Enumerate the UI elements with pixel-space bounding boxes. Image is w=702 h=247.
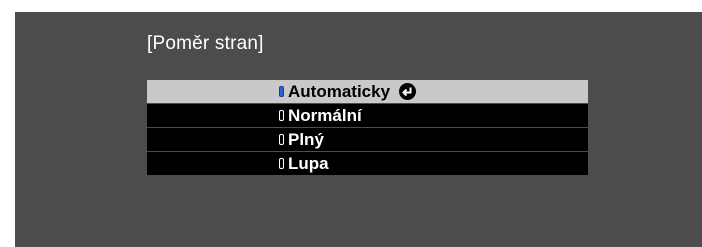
- menu-item-label: Plný: [288, 130, 324, 149]
- enter-icon: [399, 83, 417, 100]
- radio-unselected-icon: [279, 158, 284, 169]
- menu-item-automaticky[interactable]: Automaticky: [147, 80, 588, 103]
- menu-item-label: Lupa: [288, 154, 329, 173]
- radio-selected-icon: [279, 86, 284, 97]
- menu-item-normalni[interactable]: Normální: [147, 104, 588, 127]
- radio-unselected-icon: [279, 110, 284, 121]
- radio-unselected-icon: [279, 134, 284, 145]
- menu-item-label: Normální: [288, 106, 362, 125]
- menu-item-lupa[interactable]: Lupa: [147, 152, 588, 175]
- dialog-title: [Poměr stran]: [147, 33, 264, 54]
- menu-item-plny[interactable]: Plný: [147, 128, 588, 151]
- aspect-ratio-menu: Automaticky Normální Plný Lupa: [147, 80, 588, 176]
- menu-item-label: Automaticky: [288, 82, 391, 101]
